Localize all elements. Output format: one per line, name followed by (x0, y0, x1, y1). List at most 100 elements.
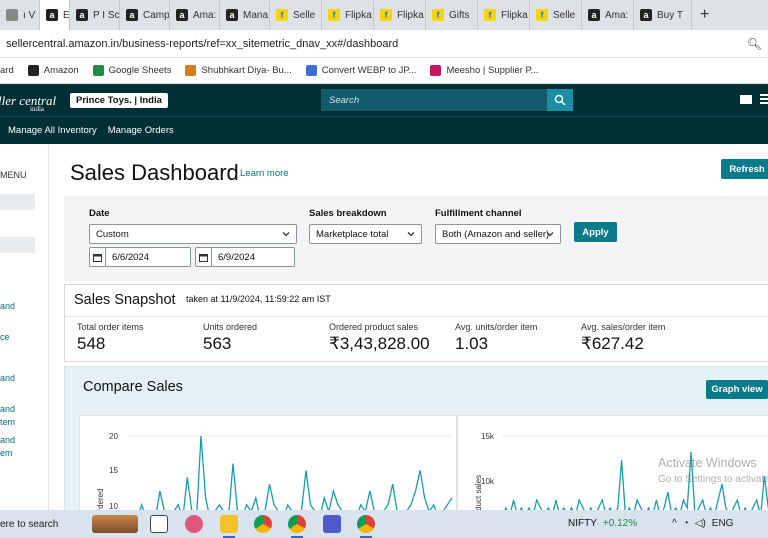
bookmark-icon (185, 65, 197, 76)
compare-sales-card: Compare Sales Graph view 20 15 10 ordere… (64, 366, 768, 525)
snapshot-timestamp: taken at 11/9/2024, 11:59:22 am IST (186, 294, 331, 304)
task-view-icon[interactable] (150, 515, 168, 533)
fulfillment-channel-select[interactable]: Both (Amazon and seller) (435, 224, 561, 244)
end-date-field[interactable]: 6/9/2024 (195, 247, 295, 267)
browser-tab[interactable]: a Ama: (170, 0, 220, 30)
date-range-select[interactable]: Custom (89, 224, 297, 244)
bookmark-item[interactable]: ard (0, 65, 14, 76)
browser-tab[interactable]: aE✕ (40, 0, 70, 30)
bookmark-item[interactable]: Shubhkart Diya- Bu... (185, 65, 292, 76)
store-selector[interactable]: Prince Toys. | India (70, 92, 168, 108)
browser-tab-strip: ı VaE✕aP I ScaCampaAma:aManafSellefFlipk… (0, 0, 768, 30)
sales-breakdown-select[interactable]: Marketplace total (309, 224, 422, 244)
sidebar-item-bar[interactable] (0, 194, 35, 210)
browser-tab[interactable]: f Flipka (322, 0, 374, 30)
sidebar-link[interactable]: and (0, 299, 15, 313)
bookmark-item[interactable]: Amazon (27, 65, 79, 76)
bookmark-label: Amazon (43, 65, 79, 76)
search-box[interactable]: Search (321, 89, 573, 111)
tab-title: P I Sc (93, 9, 120, 21)
browser-tab[interactable]: f Selle (270, 0, 322, 30)
network-icon[interactable]: ◔ (683, 518, 689, 529)
flipkart-icon: f (536, 9, 548, 21)
taskbar-widget-icon[interactable] (92, 515, 138, 533)
search-input[interactable]: Search (321, 89, 547, 111)
nifty-ticker[interactable]: NIFTY +0.12% (568, 518, 637, 529)
bookmark-icon (27, 65, 39, 76)
compare-sales-title: Compare Sales (83, 379, 183, 395)
sidebar-link[interactable]: ce (0, 330, 10, 344)
nav-manage-all-inventory[interactable]: Manage All Inventory (8, 125, 97, 136)
browser-tab[interactable]: a Camp (120, 0, 170, 30)
metric-value: 563 (203, 334, 232, 353)
sidebar-link[interactable]: em (0, 446, 13, 460)
nifty-change: +0.12% (602, 518, 638, 529)
browser-tab[interactable]: a Buy T (634, 0, 692, 30)
units-ordered-chart: 20 15 10 ordered (79, 415, 457, 525)
bookmark-label: Shubhkart Diya- Bu... (201, 65, 292, 76)
volume-icon[interactable]: ◁) (695, 518, 706, 529)
chrome-profile-icon[interactable] (288, 515, 306, 538)
sidebar-menu-label[interactable]: MENU (0, 170, 27, 180)
flipkart-icon: f (328, 9, 340, 21)
amazon-icon: a (76, 9, 88, 21)
browser-tab[interactable]: ı V (0, 0, 40, 30)
sidebar-link[interactable]: and (0, 402, 15, 416)
new-tab-button[interactable]: + (692, 6, 717, 24)
chrome-icon[interactable] (254, 515, 272, 533)
browser-tab[interactable]: a P I Sc (70, 0, 120, 30)
bookmark-item[interactable]: Google Sheets (92, 65, 171, 76)
generic-tab-icon (6, 9, 18, 21)
bookmark-item[interactable]: Meesho | Supplier P... (430, 65, 539, 76)
nav-manage-orders[interactable]: Manage Orders (108, 125, 174, 136)
search-button[interactable] (547, 89, 573, 111)
sidebar-link[interactable]: tem (0, 415, 15, 429)
browser-tab[interactable]: f Flipka (478, 0, 530, 30)
metric-ordered-product-sales: Ordered product sales ₹3,43,828.00 (329, 322, 430, 354)
browser-tab[interactable]: f Gifts (426, 0, 478, 30)
calendar-icon[interactable] (196, 248, 212, 266)
address-bar[interactable]: sellercentral.amazon.in/business-reports… (0, 30, 768, 58)
tab-title: E (63, 9, 70, 21)
snapshot-title: Sales Snapshot (74, 292, 176, 308)
taskbar-app-icon[interactable] (185, 515, 203, 533)
zoom-icon[interactable]: 🔍︎ (747, 37, 762, 51)
browser-tab[interactable]: f Flipka (374, 0, 426, 30)
sidebar-item-bar[interactable] (0, 237, 35, 253)
system-tray[interactable]: ^ ◔ ◁) ENG (672, 518, 733, 529)
sidebar-link[interactable]: and (0, 433, 15, 447)
bookmarks-bar: ard Amazon Google Sheets Shubhkart Diya- Bu… (0, 58, 768, 84)
calendar-icon[interactable] (90, 248, 106, 266)
seller-central-logo[interactable]: ller central india (0, 92, 60, 113)
url-text[interactable]: sellercentral.amazon.in/business-reports… (6, 38, 747, 50)
chevron-up-icon[interactable]: ^ (672, 518, 677, 529)
browser-tab[interactable]: a Ama: (582, 0, 634, 30)
metric-total-order-items: Total order items 548 (77, 322, 144, 354)
chrome-profile-icon[interactable] (357, 515, 375, 538)
browser-tab[interactable]: a Mana (220, 0, 270, 30)
start-date-field[interactable]: 6/6/2024 (89, 247, 191, 267)
taskbar-search[interactable]: ere to search (0, 510, 90, 538)
apply-button[interactable]: Apply (574, 222, 617, 242)
learn-more-link[interactable]: Learn more (240, 168, 289, 179)
bookmark-icon (430, 65, 442, 76)
teams-icon[interactable] (323, 515, 341, 533)
mail-icon[interactable] (740, 95, 752, 104)
hamburger-menu-icon[interactable] (760, 94, 768, 104)
metric-label: Avg. sales/order item (581, 322, 666, 332)
language-indicator[interactable]: ENG (712, 518, 734, 529)
logo-text: ller central (0, 92, 57, 108)
browser-tab[interactable]: f Selle (530, 0, 582, 30)
windows-taskbar: ere to search NIFTY +0.12% ^ ◔ ◁) ENG (0, 510, 768, 538)
graph-view-button[interactable]: Graph view (706, 380, 768, 399)
chevron-down-icon (282, 232, 290, 237)
flipkart-icon: f (380, 9, 392, 21)
bookmark-item[interactable]: Convert WEBP to JP... (305, 65, 417, 76)
refresh-button[interactable]: Refresh (721, 159, 768, 179)
sidebar-link[interactable]: and (0, 371, 15, 385)
file-explorer-icon[interactable] (220, 515, 238, 538)
tab-title: Gifts (449, 9, 470, 21)
logo-subtext: india (30, 104, 44, 113)
amazon-icon: a (588, 9, 600, 21)
bookmark-label: Convert WEBP to JP... (321, 65, 417, 76)
